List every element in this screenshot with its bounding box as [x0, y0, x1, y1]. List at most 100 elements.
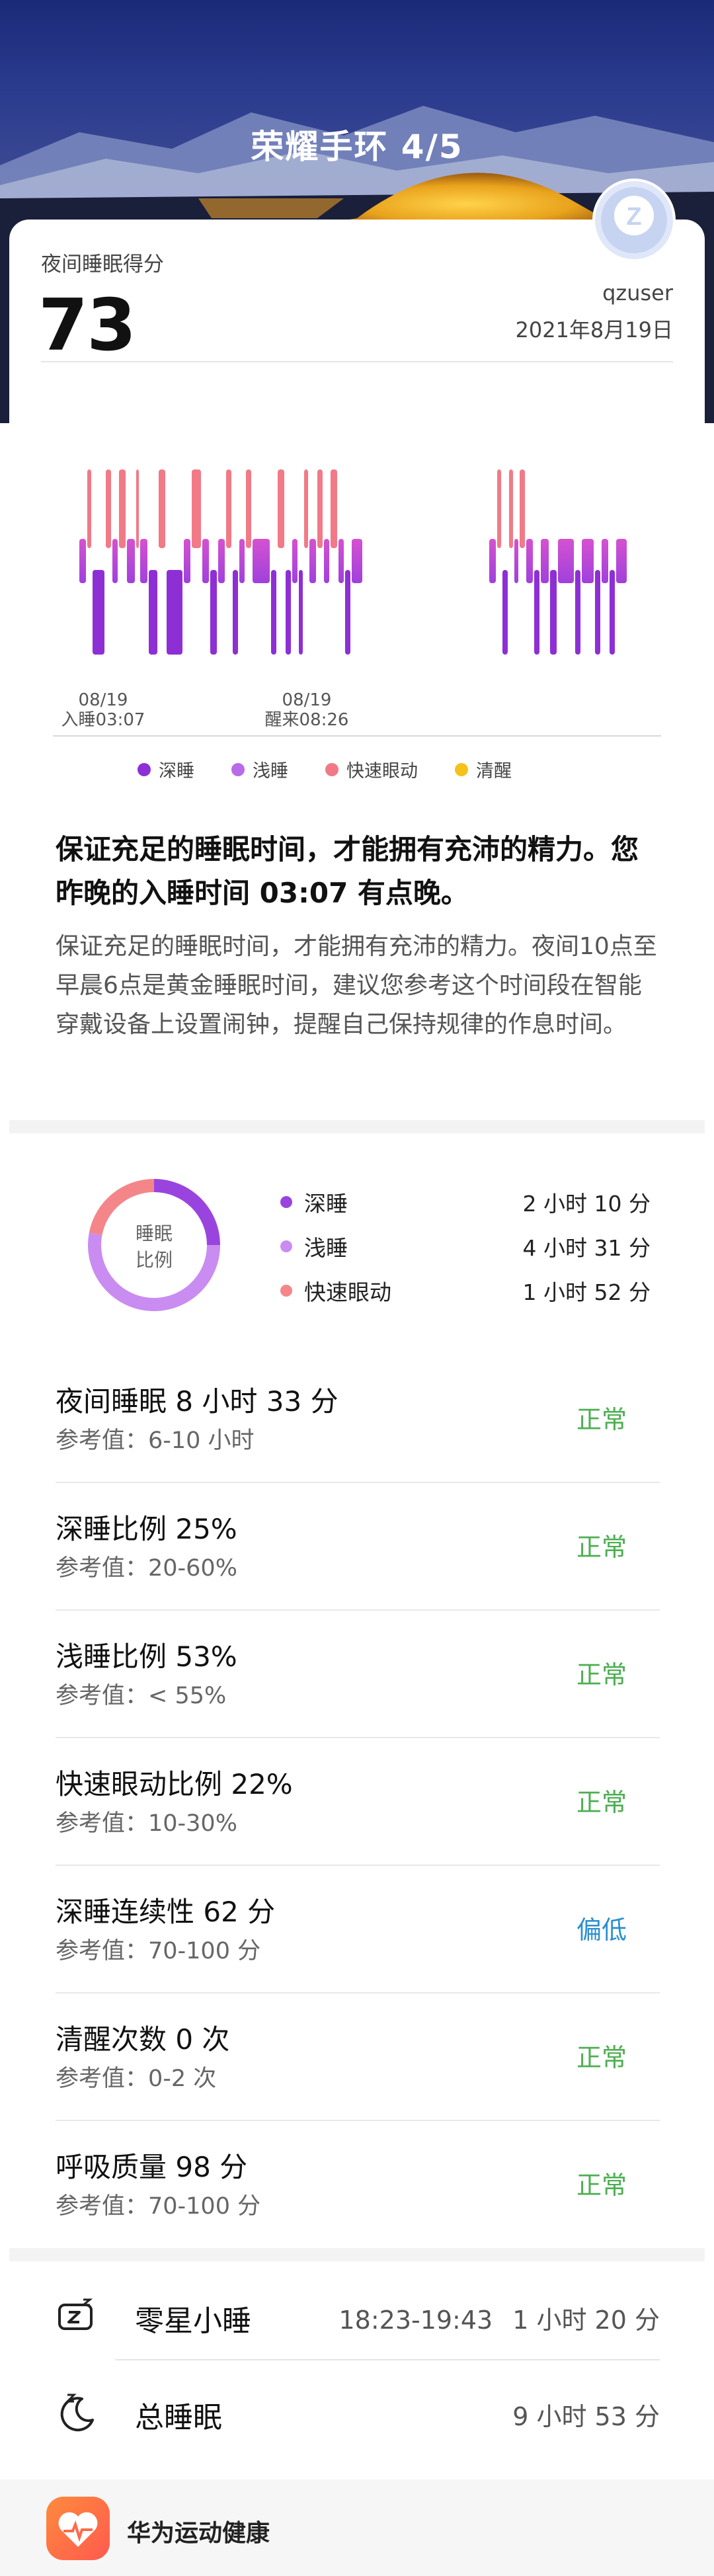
sleep-stage-bar	[502, 570, 508, 655]
x-label-date: 08/19	[78, 690, 128, 710]
donut-line2: 比例	[135, 1249, 173, 1271]
metric-status: 正常	[576, 1788, 627, 1817]
ratio-row-deep: 深睡 2 小时 10 分	[280, 1182, 651, 1222]
app-name: 华为运动健康	[127, 2520, 270, 2547]
sleep-stage-chart	[79, 469, 627, 655]
metric-status: 正常	[576, 2171, 627, 2200]
legend-label: 深睡	[159, 761, 194, 782]
username: qzuser	[602, 280, 673, 305]
nap-icon	[58, 2298, 93, 2330]
sleep-stage-bar	[127, 539, 135, 583]
nap-label: 零星小睡	[135, 2304, 251, 2338]
advice-title: 保证充足的睡眠时间，才能拥有充沛的精力。您昨晚的入睡时间 03:07 有点晚。	[56, 833, 639, 909]
legend-label: 浅睡	[253, 761, 288, 782]
divider	[115, 2359, 660, 2360]
donut-center-label: 睡眠 比例	[110, 1221, 198, 1273]
sleep-stage-bar	[202, 539, 209, 583]
x-label-date: 08/19	[282, 690, 332, 710]
legend-item: 浅睡	[231, 756, 288, 782]
legend-item: 快速眼动	[325, 756, 418, 782]
sleep-stage-bar	[278, 469, 284, 548]
metric-reference: 参考值：6-10 小时	[56, 1428, 255, 1454]
sleep-stage-bar	[210, 570, 217, 655]
metric-reference: 参考值：70-100 分	[56, 1938, 261, 1964]
sleep-stage-bar	[271, 570, 276, 655]
sleep-stage-bar	[558, 539, 574, 583]
legend-item: 清醒	[455, 756, 512, 782]
metric-status: 正常	[576, 1405, 627, 1434]
sleep-stage-bar	[304, 469, 308, 548]
device-title: 荣耀手环 4/5	[251, 128, 463, 166]
total-label: 总睡眠	[135, 2401, 222, 2435]
metric-name: 深睡比例 25%	[56, 1513, 237, 1545]
metric-name: 夜间睡眠 8 小时 33 分	[56, 1385, 338, 1418]
sleep-stage-bar	[233, 570, 238, 655]
sleep-stage-bar	[192, 469, 201, 548]
ratio-value: 2 小时 10 分	[522, 1191, 651, 1217]
chart-legend: 深睡 浅睡 快速眼动 清醒	[138, 756, 512, 782]
metric-name: 浅睡比例 53%	[56, 1640, 237, 1673]
sleep-stage-bar	[140, 539, 147, 583]
metric-light-ratio[interactable]: 浅睡比例 53% 参考值：< 55% 正常	[56, 1611, 660, 1738]
ratio-name: 浅睡	[304, 1235, 348, 1261]
sleep-stage-bar	[352, 539, 362, 583]
avatar[interactable]: Z	[592, 179, 676, 262]
sleep-stage-bar	[595, 570, 600, 655]
sleep-stage-bar	[575, 570, 580, 655]
metric-name: 清醒次数 0 次	[56, 2023, 230, 2056]
sleep-stage-bar	[338, 539, 344, 583]
sleep-stage-bar	[602, 539, 608, 583]
total-duration: 9 小时 53 分	[512, 2402, 660, 2431]
nap-duration: 1 小时 20 分	[512, 2306, 660, 2335]
legend-label: 快速眼动	[346, 761, 418, 782]
sleep-stage-bar	[317, 469, 323, 548]
sleep-stage-bar	[541, 539, 549, 583]
sleep-stage-bar	[526, 539, 533, 583]
metric-night-sleep[interactable]: 夜间睡眠 8 小时 33 分 参考值：6-10 小时 正常	[56, 1355, 660, 1483]
sleep-stage-bar	[292, 539, 298, 583]
sleep-stage-bar	[520, 469, 525, 548]
ratio-row-light: 浅睡 4 小时 31 分	[280, 1227, 651, 1266]
metric-name: 呼吸质量 98 分	[56, 2151, 248, 2183]
sleep-stage-bar	[324, 539, 329, 583]
app-footer[interactable]: 华为运动健康	[0, 2479, 714, 2576]
x-label-wake: 08/19 醒来08:26	[260, 690, 353, 730]
metric-breathing-quality[interactable]: 呼吸质量 98 分 参考值：70-100 分 正常	[56, 2121, 660, 2249]
sleep-stage-bar	[582, 539, 594, 583]
sleep-stage-bar	[226, 469, 231, 548]
section-separator	[9, 1120, 705, 1133]
sleep-stage-bar	[253, 539, 270, 583]
sleep-stage-bar	[550, 570, 557, 655]
sleep-stage-bar	[331, 469, 337, 548]
metric-deep-ratio[interactable]: 深睡比例 25% 参考值：20-60% 正常	[56, 1483, 660, 1611]
health-app-icon	[46, 2497, 110, 2560]
legend-dot	[325, 762, 338, 776]
score-date: 2021年8月19日	[515, 317, 673, 342]
x-label-text: 入睡03:07	[61, 710, 145, 730]
metric-awake-count[interactable]: 清醒次数 0 次 参考值：0-2 次 正常	[56, 1993, 660, 2121]
total-sleep-row[interactable]: 总睡眠 9 小时 53 分	[56, 2362, 660, 2458]
sleep-stage-bar	[345, 570, 350, 655]
moon-sleep-icon	[60, 2394, 94, 2432]
legend-dot	[455, 762, 468, 776]
metric-status: 正常	[576, 1533, 627, 1562]
score-value: 73	[38, 284, 136, 367]
sleep-stage-bar	[218, 539, 225, 583]
metric-rem-ratio[interactable]: 快速眼动比例 22% 参考值：10-30% 正常	[56, 1738, 660, 1866]
advice-body: 保证充足的睡眠时间，才能拥有充沛的精力。夜间10点至早晨6点是黄金睡眠时间，建议…	[56, 933, 657, 1038]
sleep-stage-bar	[246, 469, 251, 548]
metric-name: 深睡连续性 62 分	[56, 1896, 276, 1928]
sleep-stage-bar	[106, 469, 111, 548]
sleep-stage-bar	[610, 570, 615, 655]
ratio-dot	[280, 1196, 292, 1208]
sleep-stage-bar	[167, 570, 182, 655]
nap-row[interactable]: 零星小睡 18:23-19:43 1 小时 20 分	[56, 2265, 660, 2362]
sleep-stage-bar	[309, 539, 316, 583]
sleep-stage-bar	[159, 469, 165, 548]
metric-status: 正常	[576, 1660, 627, 1689]
metric-name: 快速眼动比例 22%	[56, 1768, 293, 1800]
svg-text:Z: Z	[626, 203, 641, 231]
legend-item: 深睡	[138, 756, 194, 782]
metric-deep-continuity[interactable]: 深睡连续性 62 分 参考值：70-100 分 偏低	[56, 1866, 660, 1993]
ratio-dot	[280, 1240, 292, 1252]
